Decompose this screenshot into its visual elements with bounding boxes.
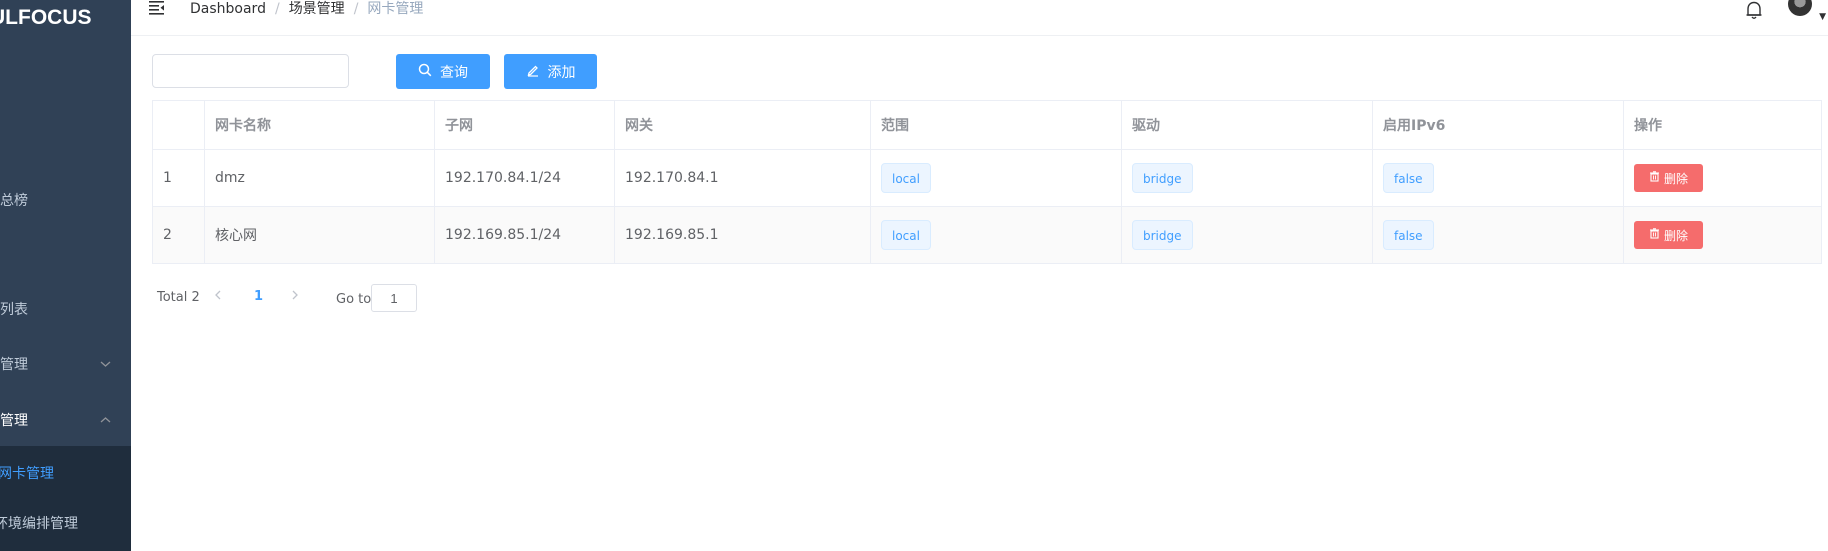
query-button-label: 查询 [440, 64, 468, 81]
ipv6-tag: false [1383, 163, 1434, 193]
sidebar-item-management-collapsed[interactable]: 管理 [0, 337, 131, 393]
cell-gateway: 192.169.85.1 [615, 207, 871, 263]
cell-index: 1 [153, 150, 205, 206]
cell-actions: 删除 [1624, 207, 1823, 263]
app-logo: ULFOCUS [0, 6, 92, 29]
cell-scope: local [871, 207, 1122, 263]
cell-gateway: 192.170.84.1 [615, 150, 871, 206]
trash-icon [1649, 228, 1660, 242]
column-header-scope: 范围 [871, 101, 1122, 149]
sidebar-item-label: 网卡管理 [0, 466, 54, 482]
column-header-driver: 驱动 [1122, 101, 1373, 149]
bell-icon[interactable] [1744, 0, 1764, 20]
table-row: 1 dmz 192.170.84.1/24 192.170.84.1 local… [153, 150, 1821, 207]
cell-name: 核心网 [205, 207, 435, 263]
sidebar-item-scene-management[interactable]: 管理 [0, 393, 131, 449]
pagination-page[interactable]: 1 [254, 289, 263, 304]
column-header-gateway: 网关 [615, 101, 871, 149]
avatar[interactable] [1788, 0, 1812, 16]
breadcrumb-item-scene-management[interactable]: 场景管理 [289, 0, 345, 18]
sidebar-item-label: 列表 [0, 302, 28, 318]
column-header-subnet: 子网 [435, 101, 615, 149]
scope-tag: local [881, 163, 931, 193]
delete-button[interactable]: 删除 [1634, 164, 1704, 192]
search-icon [418, 63, 432, 81]
delete-button[interactable]: 删除 [1634, 221, 1704, 249]
pagination-goto-label: Go to [336, 292, 372, 307]
table-header-row: 网卡名称 子网 网关 范围 驱动 启用IPv6 操作 [153, 101, 1821, 150]
delete-button-label: 删除 [1664, 171, 1689, 186]
scope-tag: local [881, 220, 931, 250]
column-header-index [153, 101, 205, 149]
sidebar: ULFOCUS 总榜 列表 管理 管理 网卡管理 环境编排管理 [0, 0, 131, 551]
sidebar-item-nic-management[interactable]: 网卡管理 [0, 446, 129, 502]
breadcrumb-separator: / [353, 1, 359, 17]
cell-driver: bridge [1122, 150, 1373, 206]
breadcrumb: Dashboard / 场景管理 / 网卡管理 [190, 0, 423, 18]
ipv6-tag: false [1383, 220, 1434, 250]
column-header-actions: 操作 [1634, 118, 1662, 134]
chevron-right-icon[interactable] [291, 288, 299, 306]
driver-tag: bridge [1132, 220, 1193, 250]
cell-scope: local [871, 150, 1122, 206]
column-header-ipv6: 启用IPv6 [1373, 101, 1624, 149]
sidebar-item-label: 环境编排管理 [0, 516, 78, 532]
breadcrumb-item-dashboard[interactable]: Dashboard [190, 0, 266, 18]
search-input[interactable] [152, 54, 349, 88]
cell-name: dmz [205, 150, 435, 206]
caret-down-icon[interactable]: ▼ [1819, 12, 1826, 22]
pagination-goto-input[interactable] [371, 284, 417, 312]
column-header-name: 网卡名称 [205, 101, 435, 149]
trash-icon [1649, 171, 1660, 185]
sidebar-item-list[interactable]: 列表 [0, 282, 131, 338]
nic-table: 网卡名称 子网 网关 范围 驱动 启用IPv6 操作 1 dmz 192.170… [152, 100, 1822, 264]
cell-subnet: 192.169.85.1/24 [435, 207, 615, 263]
sidebar-item-label: 管理 [0, 413, 28, 429]
query-button[interactable]: 查询 [396, 54, 490, 89]
cell-subnet: 192.170.84.1/24 [435, 150, 615, 206]
cell-ipv6: false [1373, 207, 1624, 263]
pagination-total: Total 2 [157, 290, 200, 305]
sidebar-item-env-orchestration[interactable]: 环境编排管理 [0, 496, 125, 551]
add-button[interactable]: 添加 [504, 54, 597, 89]
add-button-label: 添加 [547, 64, 576, 81]
hamburger-icon[interactable] [149, 0, 165, 16]
edit-icon [526, 63, 540, 81]
sidebar-item-label: 总榜 [0, 193, 28, 209]
cell-driver: bridge [1122, 207, 1373, 263]
sidebar-item-label: 管理 [0, 357, 28, 373]
cell-index: 2 [153, 207, 205, 263]
sidebar-item-leaderboard[interactable]: 总榜 [0, 173, 131, 229]
table-row: 2 核心网 192.169.85.1/24 192.169.85.1 local… [153, 207, 1821, 264]
chevron-left-icon[interactable] [214, 288, 222, 306]
breadcrumb-separator: / [274, 1, 280, 17]
top-navbar: Dashboard / 场景管理 / 网卡管理 ▼ [131, 0, 1828, 36]
cell-actions: 删除 [1624, 150, 1823, 206]
breadcrumb-item-current: 网卡管理 [367, 1, 424, 17]
delete-button-label: 删除 [1664, 228, 1689, 243]
driver-tag: bridge [1132, 163, 1193, 193]
cell-ipv6: false [1373, 150, 1624, 206]
